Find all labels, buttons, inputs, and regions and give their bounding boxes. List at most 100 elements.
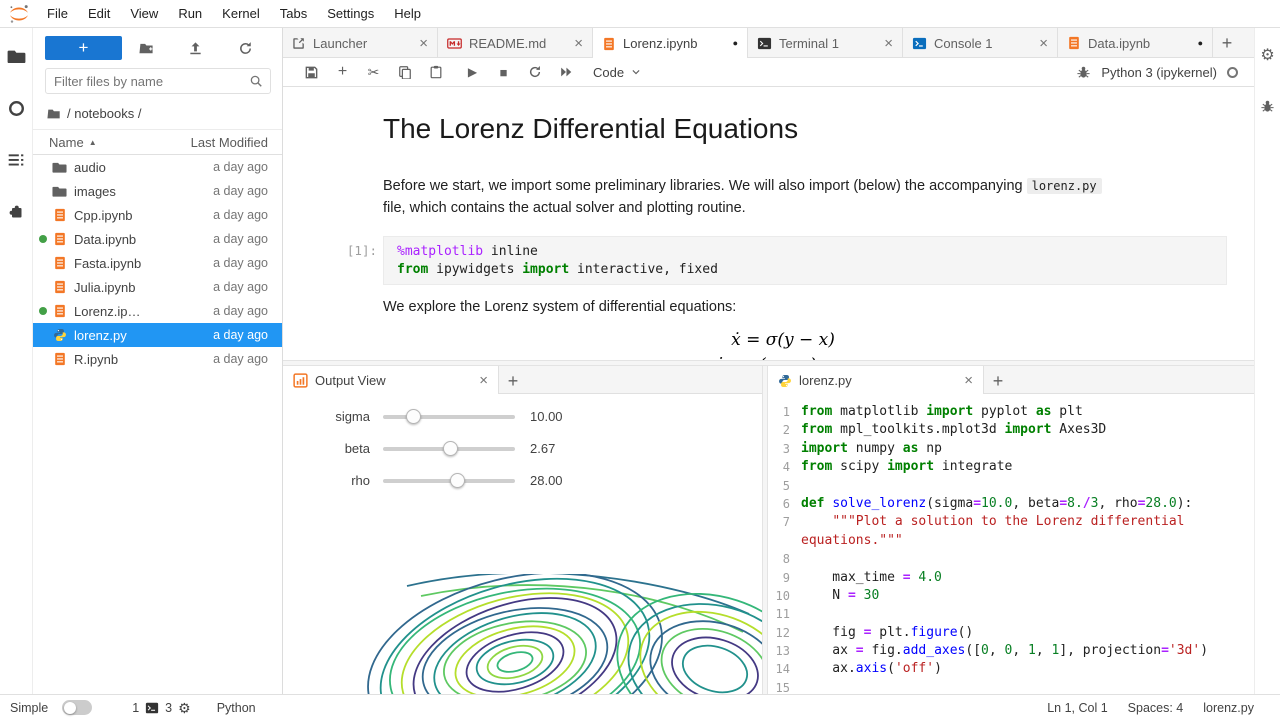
lorenz-attractor-plot bbox=[347, 574, 762, 694]
interrupt-kernel-button[interactable]: ■ bbox=[488, 60, 519, 84]
file-row[interactable]: Lorenz.ip…a day ago bbox=[33, 299, 282, 323]
console-icon bbox=[912, 36, 927, 51]
file-row[interactable]: Julia.ipynba day ago bbox=[33, 275, 282, 299]
tab-lorenz-py[interactable]: lorenz.py × bbox=[768, 366, 984, 395]
tab-readme-md[interactable]: README.md × bbox=[438, 28, 593, 58]
insert-cell-button[interactable]: + bbox=[327, 60, 358, 84]
notebook-icon bbox=[51, 304, 68, 318]
simple-mode-toggle[interactable] bbox=[62, 700, 92, 715]
menu-run[interactable]: Run bbox=[168, 0, 212, 27]
refresh-icon[interactable] bbox=[238, 41, 253, 56]
sort-by-name[interactable]: Name ▲ bbox=[49, 135, 191, 150]
slider-handle[interactable] bbox=[450, 473, 465, 488]
add-tab-button[interactable]: + bbox=[499, 366, 527, 396]
code-line: 7 """Plot a solution to the Lorenz diffe… bbox=[768, 513, 1254, 531]
menu-file[interactable]: File bbox=[37, 0, 78, 27]
unsaved-changes-dot[interactable]: ● bbox=[733, 39, 738, 48]
language-mode[interactable]: Python bbox=[217, 701, 256, 715]
file-row[interactable]: Fasta.ipynba day ago bbox=[33, 251, 282, 275]
running-sessions-icon[interactable] bbox=[6, 98, 26, 118]
new-launcher-tab-button[interactable]: + bbox=[1213, 28, 1241, 58]
paste-cells-button[interactable] bbox=[420, 60, 451, 84]
kernel-name[interactable]: Python 3 (ipykernel) bbox=[1101, 65, 1217, 80]
cursor-position[interactable]: Ln 1, Col 1 bbox=[1047, 701, 1107, 715]
menu-view[interactable]: View bbox=[120, 0, 168, 27]
menu-kernel[interactable]: Kernel bbox=[212, 0, 270, 27]
slider-handle[interactable] bbox=[443, 441, 458, 456]
run-all-cells-button[interactable] bbox=[550, 60, 581, 84]
indent-setting[interactable]: Spaces: 4 bbox=[1128, 701, 1184, 715]
slider-handle[interactable] bbox=[406, 409, 421, 424]
file-list: audioa day agoimagesa day agoCpp.ipynba … bbox=[33, 155, 282, 371]
editor-content[interactable]: 1from matplotlib import pyplot as plt2fr… bbox=[768, 394, 1254, 694]
breadcrumb[interactable]: / notebooks / bbox=[33, 100, 282, 129]
file-modified: a day ago bbox=[213, 208, 268, 222]
tab-label: README.md bbox=[469, 36, 567, 51]
output-view-content: sigma10.00beta2.67rho28.00 bbox=[283, 394, 762, 694]
notebook-icon bbox=[51, 232, 68, 246]
debugger-bug-icon[interactable] bbox=[1076, 65, 1091, 80]
notebook-document[interactable]: The Lorenz Differential Equations Before… bbox=[283, 87, 1254, 360]
file-modified: a day ago bbox=[213, 184, 268, 198]
property-inspector-gear-icon[interactable]: ⚙ bbox=[1258, 46, 1278, 66]
slider[interactable] bbox=[383, 433, 515, 463]
running-sessions-status[interactable]: 1 3 ⚙ bbox=[132, 701, 190, 715]
kernel-gear-icon: ⚙ bbox=[178, 701, 191, 715]
tab-output-view[interactable]: Output View × bbox=[283, 366, 499, 395]
tab-console-1[interactable]: Console 1× bbox=[903, 28, 1058, 58]
cell-type-dropdown[interactable]: Code bbox=[593, 65, 641, 80]
save-button[interactable] bbox=[296, 60, 327, 84]
line-number: 4 bbox=[768, 458, 798, 476]
file-row[interactable]: Data.ipynba day ago bbox=[33, 227, 282, 251]
file-row[interactable]: R.ipynba day ago bbox=[33, 347, 282, 371]
file-name: Fasta.ipynb bbox=[74, 256, 213, 271]
extension-manager-icon[interactable] bbox=[6, 202, 26, 222]
filter-files-input[interactable] bbox=[45, 68, 271, 94]
table-of-contents-icon[interactable] bbox=[6, 150, 26, 170]
kernel-status-icon[interactable] bbox=[1227, 67, 1238, 78]
upload-icon[interactable] bbox=[188, 41, 203, 56]
new-launcher-button[interactable]: + bbox=[45, 36, 122, 60]
tab-launcher[interactable]: Launcher× bbox=[283, 28, 438, 58]
tab-terminal-1[interactable]: Terminal 1× bbox=[748, 28, 903, 58]
tab-close-icon[interactable]: × bbox=[419, 36, 428, 51]
file-row[interactable]: lorenz.pya day ago bbox=[33, 323, 282, 347]
tab-close-icon[interactable]: × bbox=[884, 36, 893, 51]
code-cell[interactable]: %matplotlib inlinefrom ipywidgets import… bbox=[383, 236, 1227, 285]
file-row[interactable]: audioa day ago bbox=[33, 155, 282, 179]
restart-kernel-button[interactable] bbox=[519, 60, 550, 84]
tab-close-icon[interactable]: × bbox=[574, 36, 583, 51]
tab-close-icon[interactable]: × bbox=[964, 373, 973, 388]
line-number: 10 bbox=[768, 587, 798, 605]
file-modified: a day ago bbox=[213, 232, 268, 246]
code-line: 4from scipy import integrate bbox=[768, 458, 1254, 476]
menu-settings[interactable]: Settings bbox=[317, 0, 384, 27]
cut-cells-button[interactable]: ✂ bbox=[358, 60, 389, 84]
copy-cells-button[interactable] bbox=[389, 60, 420, 84]
unsaved-changes-dot[interactable]: ● bbox=[1198, 39, 1203, 48]
menu-edit[interactable]: Edit bbox=[78, 0, 120, 27]
vertical-splitter[interactable] bbox=[762, 366, 768, 694]
file-row[interactable]: imagesa day ago bbox=[33, 179, 282, 203]
home-folder-icon[interactable] bbox=[47, 107, 61, 121]
running-indicator-empty bbox=[39, 163, 47, 171]
file-row[interactable]: Cpp.ipynba day ago bbox=[33, 203, 282, 227]
tab-close-icon[interactable]: × bbox=[479, 373, 488, 388]
tab-close-icon[interactable]: × bbox=[1039, 36, 1048, 51]
slider[interactable] bbox=[383, 401, 515, 431]
menu-tabs[interactable]: Tabs bbox=[270, 0, 317, 27]
debugger-sidebar-icon[interactable] bbox=[1258, 96, 1278, 116]
tab-data-ipynb[interactable]: Data.ipynb● bbox=[1058, 28, 1213, 58]
line-number: 2 bbox=[768, 421, 798, 439]
markdown-icon bbox=[447, 36, 462, 51]
tab-lorenz-ipynb[interactable]: Lorenz.ipynb● bbox=[593, 28, 748, 59]
run-cell-button[interactable]: ▶ bbox=[457, 60, 488, 84]
slider[interactable] bbox=[383, 465, 515, 495]
line-number: 13 bbox=[768, 642, 798, 660]
new-folder-icon[interactable] bbox=[139, 41, 154, 56]
slider-track[interactable] bbox=[383, 415, 515, 419]
add-tab-button[interactable]: + bbox=[984, 366, 1012, 396]
sort-by-modified[interactable]: Last Modified bbox=[191, 135, 268, 150]
menu-help[interactable]: Help bbox=[384, 0, 431, 27]
file-browser-icon[interactable] bbox=[6, 46, 26, 66]
